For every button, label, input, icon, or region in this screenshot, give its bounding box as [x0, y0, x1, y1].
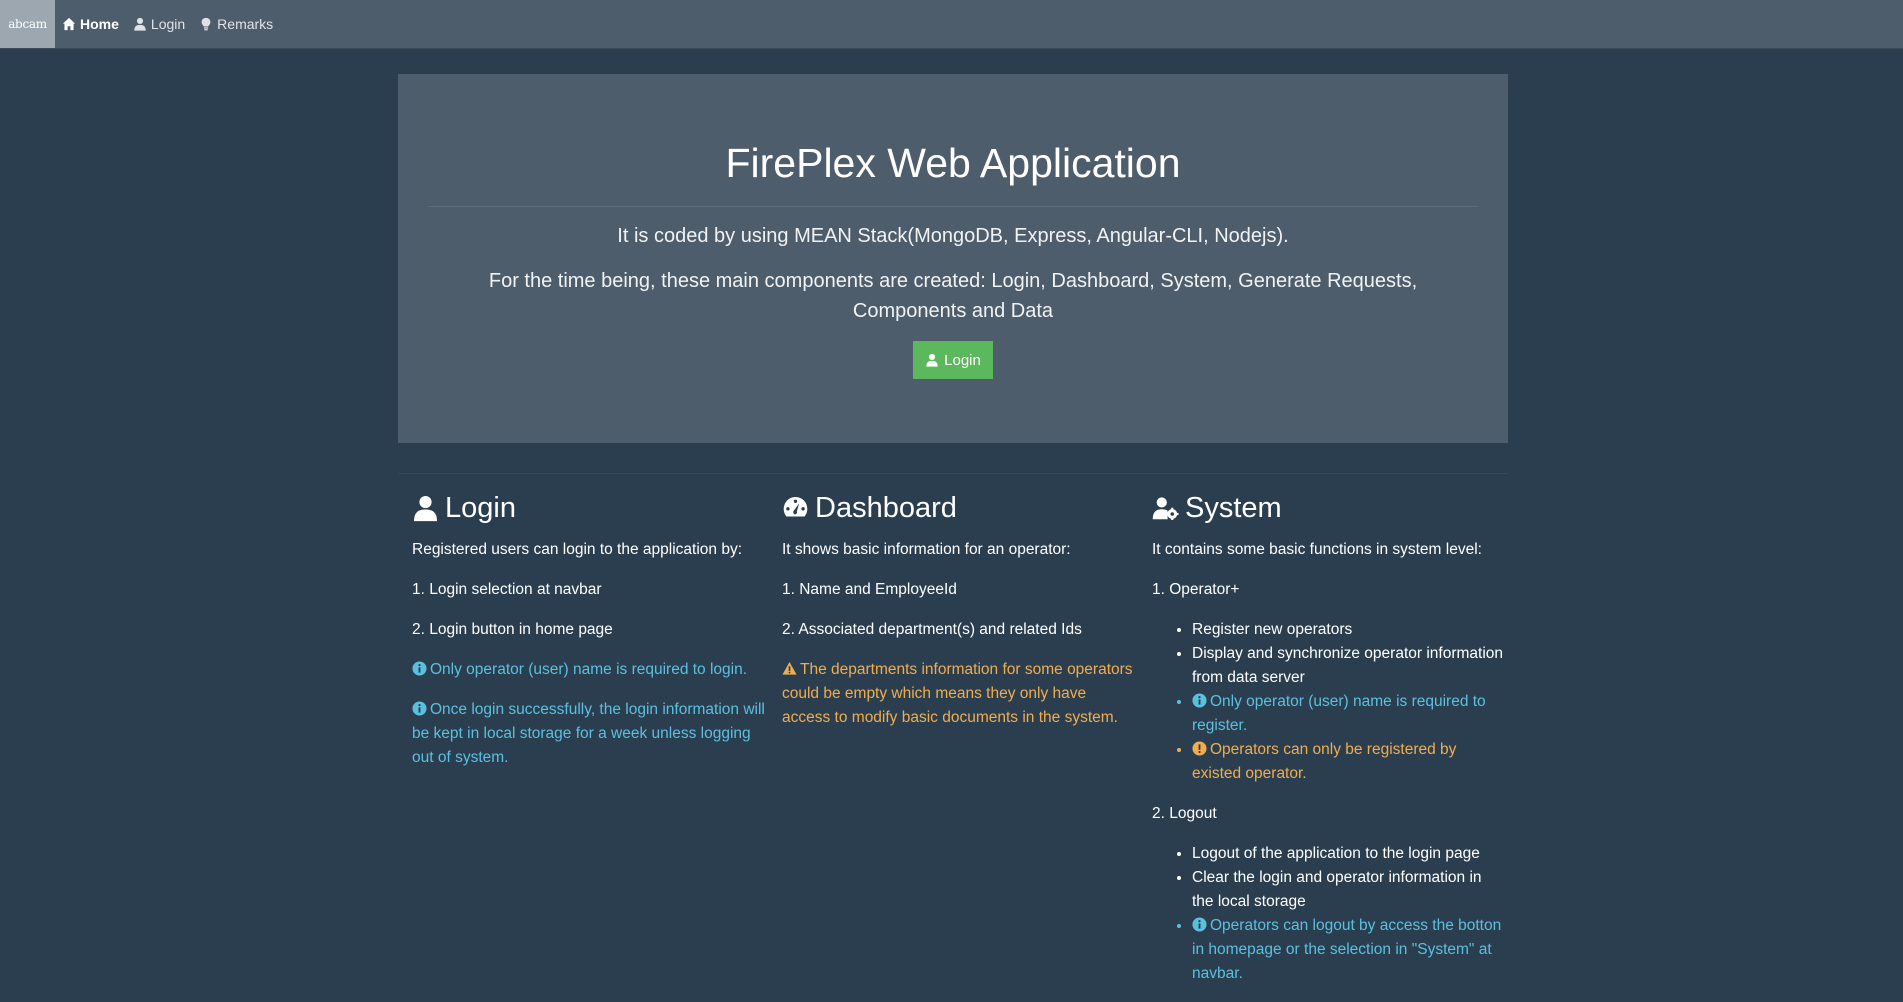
operator-info-text: Only operator (user) name is required to… — [1192, 693, 1486, 734]
dashboard-section: Dashboard It shows basic information for… — [782, 490, 1137, 746]
user-icon — [926, 353, 938, 367]
gauge-icon — [783, 497, 808, 517]
brand-logo[interactable]: abcam — [0, 0, 55, 48]
info-circle-icon — [1192, 917, 1207, 932]
list-item: Register new operators — [1192, 618, 1507, 642]
user-icon — [414, 496, 437, 522]
nav-home-label: Home — [80, 16, 119, 32]
nav-login[interactable]: Login — [126, 0, 192, 48]
list-item: Logout of the application to the login p… — [1192, 842, 1507, 866]
list-item-info: Operators can logout by access the botto… — [1192, 914, 1507, 986]
list-item: Clear the login and operator information… — [1192, 866, 1507, 914]
hero-divider — [428, 206, 1478, 207]
system-intro: It contains some basic functions in syst… — [1152, 541, 1482, 558]
logout-list: Logout of the application to the login p… — [1152, 842, 1507, 986]
home-icon — [62, 17, 76, 31]
info-circle-icon — [412, 701, 427, 716]
list-item-warning: Operators can only be registered by exis… — [1192, 738, 1507, 786]
hero-components-description: For the time being, these main component… — [488, 270, 1418, 322]
login-step-2: 2. Login button in home page — [412, 621, 613, 638]
login-intro: Registered users can login to the applic… — [412, 541, 743, 558]
user-gear-icon — [1152, 497, 1179, 520]
info-circle-icon — [412, 661, 427, 676]
dashboard-section-heading: Dashboard — [782, 490, 1137, 526]
login-button-label: Login — [944, 351, 981, 369]
system-operator-heading: 1. Operator+ — [1152, 581, 1240, 598]
lightbulb-icon — [201, 17, 211, 31]
login-section-heading: Login — [412, 490, 767, 526]
page-title: FirePlex Web Application — [725, 140, 1181, 186]
login-button[interactable]: Login — [913, 341, 993, 379]
operator-list: Register new operators Display and synch… — [1152, 618, 1507, 786]
system-section: System It contains some basic functions … — [1152, 490, 1507, 1002]
dashboard-intro: It shows basic information for an operat… — [782, 541, 1071, 558]
dashboard-step-2: 2. Associated department(s) and related … — [782, 621, 1082, 638]
system-logout-heading: 2. Logout — [1152, 805, 1217, 822]
login-section: Login Registered users can login to the … — [412, 490, 767, 786]
login-info-2: Once login successfully, the login infor… — [412, 698, 767, 770]
login-info-1: Only operator (user) name is required to… — [412, 658, 767, 682]
nav-remarks-label: Remarks — [217, 16, 274, 32]
login-info-1-text: Only operator (user) name is required to… — [430, 661, 748, 678]
section-divider — [398, 473, 1508, 474]
dashboard-section-title: Dashboard — [815, 492, 957, 524]
exclamation-circle-icon — [1192, 741, 1207, 756]
login-info-2-text: Once login successfully, the login infor… — [412, 701, 765, 766]
dashboard-warning: The departments information for some ope… — [782, 658, 1137, 730]
nav-home[interactable]: Home — [55, 0, 126, 48]
nav-login-label: Login — [150, 16, 186, 32]
system-section-heading: System — [1152, 490, 1507, 526]
logout-info-text: Operators can logout by access the botto… — [1192, 917, 1502, 982]
hero-jumbotron: FirePlex Web Application It is coded by … — [398, 74, 1508, 443]
nav-remarks[interactable]: Remarks — [192, 0, 280, 48]
system-section-title: System — [1185, 492, 1282, 524]
navbar: abcam Home Login Remarks — [0, 0, 1903, 49]
user-icon — [134, 17, 146, 31]
dashboard-step-1: 1. Name and EmployeeId — [782, 581, 957, 598]
login-section-title: Login — [445, 492, 516, 524]
hero-stack-description: It is coded by using MEAN Stack(MongoDB,… — [617, 225, 1289, 247]
login-step-1: 1. Login selection at navbar — [412, 581, 602, 598]
operator-warning-text: Operators can only be registered by exis… — [1192, 741, 1457, 782]
info-circle-icon — [1192, 693, 1207, 708]
warning-triangle-icon — [782, 661, 797, 675]
list-item-info: Only operator (user) name is required to… — [1192, 690, 1507, 738]
dashboard-warning-text: The departments information for some ope… — [782, 661, 1133, 726]
list-item: Display and synchronize operator informa… — [1192, 642, 1507, 690]
